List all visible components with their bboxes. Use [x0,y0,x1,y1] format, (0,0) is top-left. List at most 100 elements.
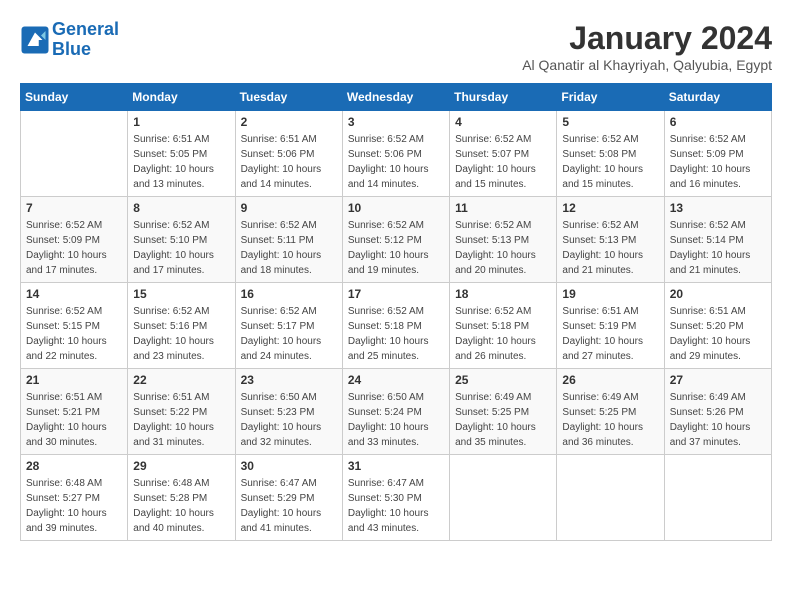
day-info: Sunrise: 6:52 AM Sunset: 5:11 PM Dayligh… [241,218,337,278]
title-area: January 2024 Al Qanatir al Khayriyah, Qa… [522,20,772,73]
calendar-cell: 22 Sunrise: 6:51 AM Sunset: 5:22 PM Dayli… [128,369,235,455]
weekday-header-sunday: Sunday [21,84,128,111]
calendar-cell: 17Sunrise: 6:52 AM Sunset: 5:18 PM Dayli… [342,283,449,369]
calendar-cell: 31 Sunrise: 6:47 AM Sunset: 5:30 PM Dayli… [342,455,449,541]
day-info: Sunrise: 6:51 AM Sunset: 5:19 PM Dayligh… [562,304,658,364]
day-number: 20 [670,287,766,301]
day-info: Sunrise: 6:49 AM Sunset: 5:26 PM Dayligh… [670,390,766,450]
day-number: 14 [26,287,122,301]
day-number: 22 [133,373,229,387]
day-info: Sunrise: 6:52 AM Sunset: 5:10 PM Dayligh… [133,218,229,278]
day-number: 2 [241,115,337,129]
day-number: 15 [133,287,229,301]
day-info: Sunrise: 6:52 AM Sunset: 5:13 PM Dayligh… [562,218,658,278]
weekday-header-saturday: Saturday [664,84,771,111]
location: Al Qanatir al Khayriyah, Qalyubia, Egypt [522,57,772,73]
calendar-cell [664,455,771,541]
day-info: Sunrise: 6:52 AM Sunset: 5:08 PM Dayligh… [562,132,658,192]
day-info: Sunrise: 6:51 AM Sunset: 5:20 PM Dayligh… [670,304,766,364]
calendar-cell [557,455,664,541]
day-info: Sunrise: 6:47 AM Sunset: 5:29 PM Dayligh… [241,476,337,536]
day-number: 4 [455,115,551,129]
day-info: Sunrise: 6:52 AM Sunset: 5:13 PM Dayligh… [455,218,551,278]
day-number: 3 [348,115,444,129]
logo-icon [20,25,50,55]
day-info: Sunrise: 6:52 AM Sunset: 5:12 PM Dayligh… [348,218,444,278]
day-number: 12 [562,201,658,215]
weekday-header-wednesday: Wednesday [342,84,449,111]
day-number: 8 [133,201,229,215]
day-info: Sunrise: 6:51 AM Sunset: 5:22 PM Dayligh… [133,390,229,450]
calendar-cell: 26 Sunrise: 6:49 AM Sunset: 5:25 PM Dayli… [557,369,664,455]
page-header: General Blue January 2024 Al Qanatir al … [20,20,772,73]
calendar-cell: 13Sunrise: 6:52 AM Sunset: 5:14 PM Dayli… [664,197,771,283]
calendar-cell: 28 Sunrise: 6:48 AM Sunset: 5:27 PM Dayli… [21,455,128,541]
day-number: 16 [241,287,337,301]
calendar-cell: 24Sunrise: 6:50 AM Sunset: 5:24 PM Dayli… [342,369,449,455]
day-number: 5 [562,115,658,129]
calendar-cell: 11Sunrise: 6:52 AM Sunset: 5:13 PM Dayli… [450,197,557,283]
calendar-cell: 16 Sunrise: 6:52 AM Sunset: 5:17 PM Dayli… [235,283,342,369]
calendar-cell [21,111,128,197]
calendar-cell: 20 Sunrise: 6:51 AM Sunset: 5:20 PM Dayli… [664,283,771,369]
weekday-header-thursday: Thursday [450,84,557,111]
calendar-cell: 15 Sunrise: 6:52 AM Sunset: 5:16 PM Dayli… [128,283,235,369]
calendar-cell [450,455,557,541]
day-info: Sunrise: 6:48 AM Sunset: 5:28 PM Dayligh… [133,476,229,536]
day-info: Sunrise: 6:49 AM Sunset: 5:25 PM Dayligh… [455,390,551,450]
day-number: 7 [26,201,122,215]
day-number: 25 [455,373,551,387]
calendar-cell: 14 Sunrise: 6:52 AM Sunset: 5:15 PM Dayli… [21,283,128,369]
day-number: 31 [348,459,444,473]
calendar-cell: 9 Sunrise: 6:52 AM Sunset: 5:11 PM Daylig… [235,197,342,283]
day-number: 26 [562,373,658,387]
day-number: 23 [241,373,337,387]
calendar-cell: 23Sunrise: 6:50 AM Sunset: 5:23 PM Dayli… [235,369,342,455]
month-title: January 2024 [522,20,772,57]
day-number: 13 [670,201,766,215]
logo-line2: Blue [52,39,91,59]
day-info: Sunrise: 6:52 AM Sunset: 5:15 PM Dayligh… [26,304,122,364]
day-info: Sunrise: 6:52 AM Sunset: 5:06 PM Dayligh… [348,132,444,192]
calendar-body: 1Sunrise: 6:51 AM Sunset: 5:05 PM Daylig… [21,111,772,541]
calendar-cell: 27 Sunrise: 6:49 AM Sunset: 5:26 PM Dayli… [664,369,771,455]
calendar-cell: 5 Sunrise: 6:52 AM Sunset: 5:08 PM Daylig… [557,111,664,197]
day-info: Sunrise: 6:52 AM Sunset: 5:07 PM Dayligh… [455,132,551,192]
day-info: Sunrise: 6:48 AM Sunset: 5:27 PM Dayligh… [26,476,122,536]
day-info: Sunrise: 6:52 AM Sunset: 5:09 PM Dayligh… [26,218,122,278]
calendar-cell: 3 Sunrise: 6:52 AM Sunset: 5:06 PM Daylig… [342,111,449,197]
day-number: 29 [133,459,229,473]
day-number: 19 [562,287,658,301]
day-info: Sunrise: 6:51 AM Sunset: 5:06 PM Dayligh… [241,132,337,192]
day-info: Sunrise: 6:51 AM Sunset: 5:21 PM Dayligh… [26,390,122,450]
day-number: 9 [241,201,337,215]
logo-line1: General [52,19,119,39]
day-info: Sunrise: 6:52 AM Sunset: 5:17 PM Dayligh… [241,304,337,364]
day-info: Sunrise: 6:49 AM Sunset: 5:25 PM Dayligh… [562,390,658,450]
logo: General Blue [20,20,119,60]
calendar-week-row: 1Sunrise: 6:51 AM Sunset: 5:05 PM Daylig… [21,111,772,197]
day-number: 10 [348,201,444,215]
day-info: Sunrise: 6:50 AM Sunset: 5:24 PM Dayligh… [348,390,444,450]
day-number: 28 [26,459,122,473]
weekday-header-row: SundayMondayTuesdayWednesdayThursdayFrid… [21,84,772,111]
day-number: 1 [133,115,229,129]
day-number: 27 [670,373,766,387]
calendar-table: SundayMondayTuesdayWednesdayThursdayFrid… [20,83,772,541]
day-info: Sunrise: 6:52 AM Sunset: 5:18 PM Dayligh… [455,304,551,364]
weekday-header-friday: Friday [557,84,664,111]
day-info: Sunrise: 6:52 AM Sunset: 5:16 PM Dayligh… [133,304,229,364]
calendar-cell: 10 Sunrise: 6:52 AM Sunset: 5:12 PM Dayli… [342,197,449,283]
calendar-cell: 21Sunrise: 6:51 AM Sunset: 5:21 PM Dayli… [21,369,128,455]
calendar-cell: 2 Sunrise: 6:51 AM Sunset: 5:06 PM Daylig… [235,111,342,197]
day-info: Sunrise: 6:52 AM Sunset: 5:09 PM Dayligh… [670,132,766,192]
calendar-week-row: 21Sunrise: 6:51 AM Sunset: 5:21 PM Dayli… [21,369,772,455]
calendar-cell: 1Sunrise: 6:51 AM Sunset: 5:05 PM Daylig… [128,111,235,197]
day-number: 18 [455,287,551,301]
calendar-week-row: 28 Sunrise: 6:48 AM Sunset: 5:27 PM Dayli… [21,455,772,541]
weekday-header-monday: Monday [128,84,235,111]
calendar-week-row: 14 Sunrise: 6:52 AM Sunset: 5:15 PM Dayli… [21,283,772,369]
calendar-cell: 4 Sunrise: 6:52 AM Sunset: 5:07 PM Daylig… [450,111,557,197]
calendar-cell: 8 Sunrise: 6:52 AM Sunset: 5:10 PM Daylig… [128,197,235,283]
day-info: Sunrise: 6:47 AM Sunset: 5:30 PM Dayligh… [348,476,444,536]
